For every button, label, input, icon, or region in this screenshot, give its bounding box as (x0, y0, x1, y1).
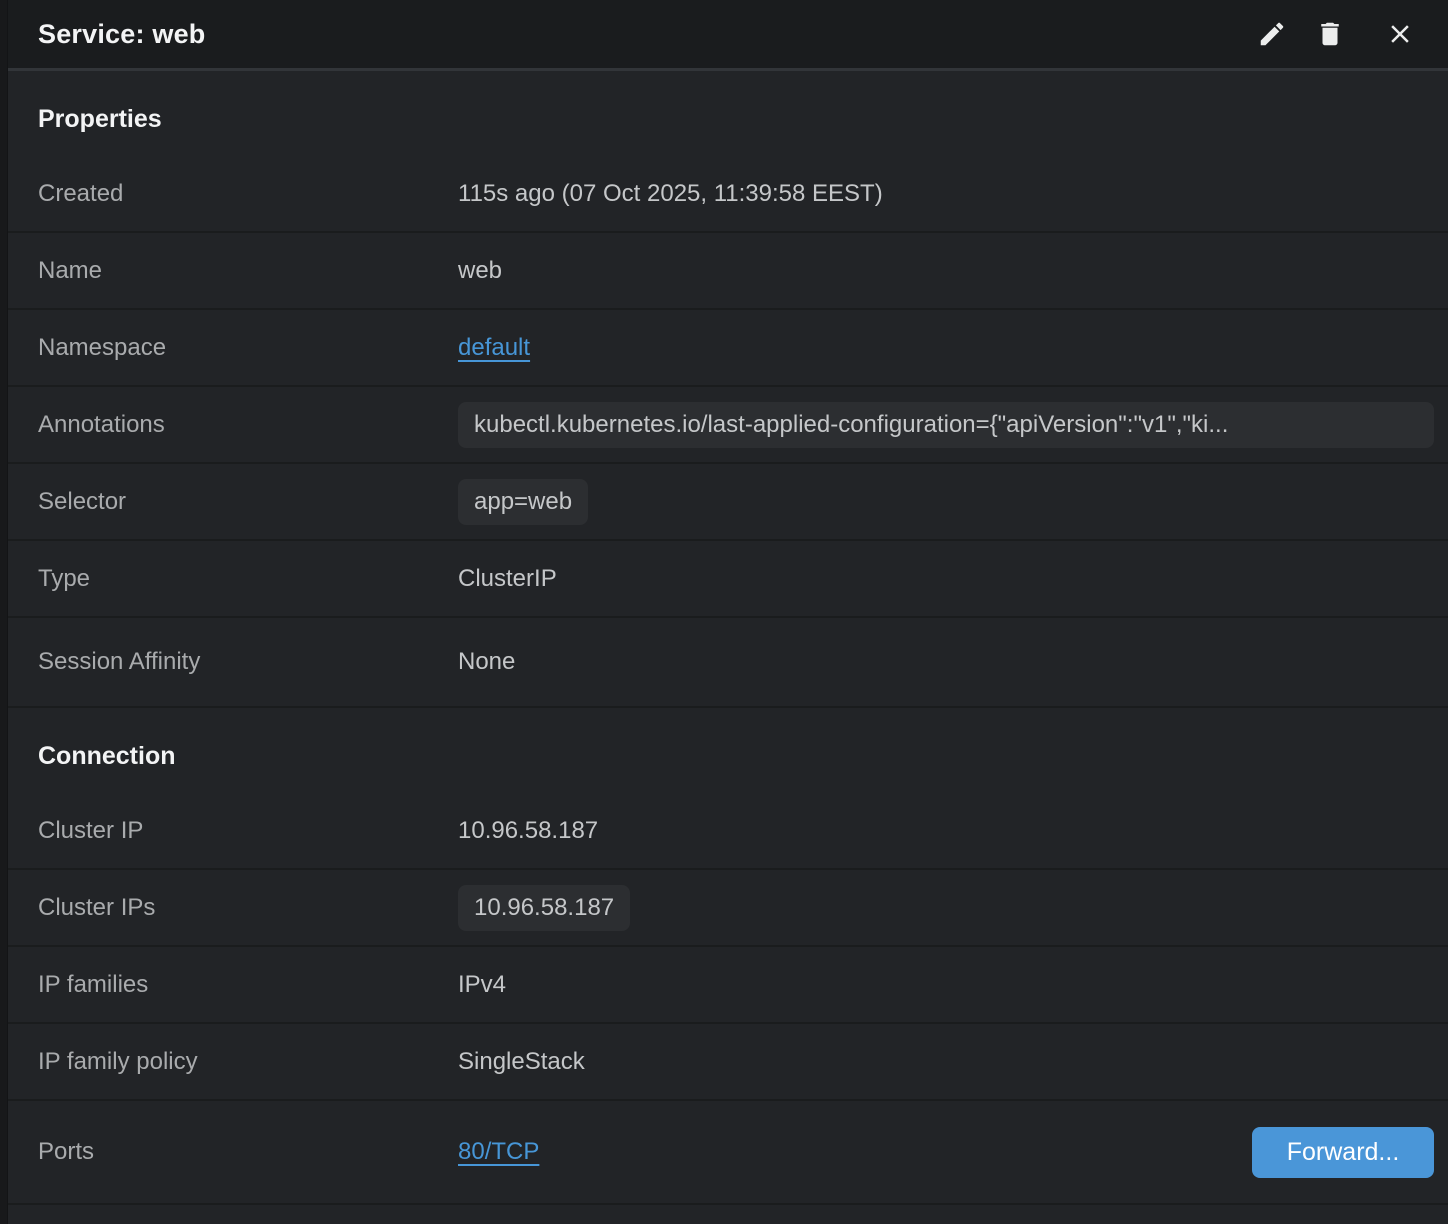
properties-section: Properties Created 115s ago (07 Oct 2025… (8, 71, 1448, 708)
row-type: Type ClusterIP (8, 541, 1448, 618)
selector-badge: app=web (458, 479, 588, 525)
drawer-title: Service: web (38, 19, 206, 50)
row-session-affinity-label: Session Affinity (38, 648, 458, 676)
pencil-icon (1257, 19, 1287, 49)
cluster-ips-badge: 10.96.58.187 (458, 885, 630, 931)
service-details-drawer: Service: web (8, 0, 1448, 1224)
row-cluster-ips: Cluster IPs 10.96.58.187 (8, 870, 1448, 947)
connection-section-title: Connection (8, 742, 1448, 771)
row-selector-label: Selector (38, 488, 458, 516)
row-cluster-ip-value: 10.96.58.187 (458, 817, 598, 845)
row-session-affinity-value: None (458, 648, 515, 676)
row-annotations-label: Annotations (38, 411, 458, 439)
row-name: Name web (8, 233, 1448, 310)
row-name-value: web (458, 257, 502, 285)
background-content-strip (0, 0, 8, 1224)
row-selector: Selector app=web (8, 464, 1448, 541)
row-ip-family-policy-value: SingleStack (458, 1048, 585, 1076)
port-link[interactable]: 80/TCP (458, 1138, 539, 1166)
row-name-label: Name (38, 257, 458, 285)
row-cluster-ip-label: Cluster IP (38, 817, 458, 845)
row-ports-label: Ports (38, 1138, 458, 1166)
row-created-label: Created (38, 180, 458, 208)
row-ip-families-value: IPv4 (458, 971, 506, 999)
namespace-link[interactable]: default (458, 334, 530, 362)
row-annotations: Annotations kubectl.kubernetes.io/last-a… (8, 387, 1448, 464)
delete-button[interactable] (1308, 12, 1352, 56)
close-icon (1385, 19, 1415, 49)
row-ip-families-label: IP families (38, 971, 458, 999)
trash-icon (1315, 19, 1345, 49)
row-ip-families: IP families IPv4 (8, 947, 1448, 1024)
row-namespace-label: Namespace (38, 334, 458, 362)
forward-button[interactable]: Forward... (1252, 1127, 1434, 1178)
edit-button[interactable] (1250, 12, 1294, 56)
drawer-body: Properties Created 115s ago (07 Oct 2025… (8, 71, 1448, 1224)
row-ports: Ports 80/TCP Forward... (8, 1101, 1448, 1205)
close-button[interactable] (1378, 12, 1422, 56)
row-namespace: Namespace default (8, 310, 1448, 387)
drawer-header: Service: web (8, 0, 1448, 71)
row-type-label: Type (38, 565, 458, 593)
row-created: Created 115s ago (07 Oct 2025, 11:39:58 … (8, 156, 1448, 233)
drawer-actions (1250, 12, 1422, 56)
properties-section-title: Properties (8, 105, 1448, 134)
row-session-affinity: Session Affinity None (8, 618, 1448, 708)
service-details-overlay: Service: web (0, 0, 1448, 1224)
annotations-badge: kubectl.kubernetes.io/last-applied-confi… (458, 402, 1434, 448)
row-cluster-ips-label: Cluster IPs (38, 894, 458, 922)
row-cluster-ip: Cluster IP 10.96.58.187 (8, 793, 1448, 870)
row-ip-family-policy: IP family policy SingleStack (8, 1024, 1448, 1101)
row-created-value: 115s ago (07 Oct 2025, 11:39:58 EEST) (458, 180, 883, 208)
connection-section: Connection Cluster IP 10.96.58.187 Clust… (8, 708, 1448, 1205)
row-ip-family-policy-label: IP family policy (38, 1048, 458, 1076)
row-type-value: ClusterIP (458, 565, 557, 593)
